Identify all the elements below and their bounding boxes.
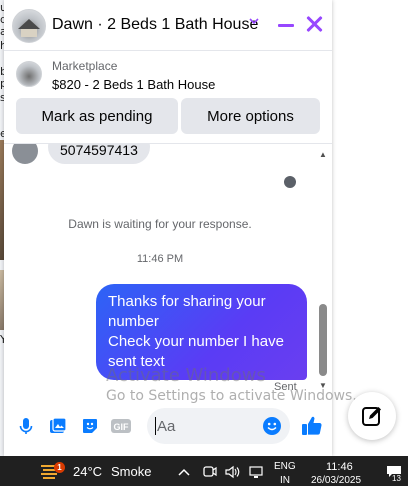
clock-time[interactable]: 11:46 xyxy=(326,461,353,473)
compose-icon xyxy=(361,405,383,427)
contact-avatar xyxy=(12,144,38,164)
language-indicator[interactable]: ENG xyxy=(274,461,296,472)
sent-message-line: Thanks for sharing your xyxy=(108,293,266,310)
activation-watermark-subtitle: Go to Settings to activate Windows. xyxy=(106,388,357,404)
new-message-button[interactable] xyxy=(348,392,396,440)
waiting-notice: Dawn is waiting for your response. xyxy=(68,217,252,231)
text-cursor xyxy=(155,417,156,435)
weather-temperature[interactable]: 24°C xyxy=(73,464,102,479)
house-wall xyxy=(21,29,37,37)
taskbar: 1 24°C Smoke ENG IN 11:46 26/03/2025 13 xyxy=(0,456,408,486)
mark-as-pending-button[interactable]: Mark as pending xyxy=(16,98,178,134)
notification-count: 13 xyxy=(392,474,401,483)
gif-icon[interactable]: GIF xyxy=(110,416,131,436)
contact-avatar[interactable] xyxy=(12,9,46,43)
sent-message-line: number xyxy=(108,313,159,330)
meet-now-icon[interactable] xyxy=(201,465,217,479)
minimize-icon[interactable] xyxy=(278,24,294,27)
sent-message-line: Check your number I have xyxy=(108,333,284,350)
received-message: 5074597413 xyxy=(48,144,150,164)
message-input-placeholder: Aa xyxy=(157,418,176,435)
chevron-down-icon[interactable] xyxy=(248,14,260,30)
chevron-up-icon[interactable] xyxy=(176,465,192,479)
gif-label: GIF xyxy=(114,422,130,432)
marketplace-panel: Marketplace $820 - 2 Beds 1 Bath House M… xyxy=(4,51,332,143)
message-composer: GIF Aa xyxy=(4,404,332,448)
speaker-icon[interactable] xyxy=(224,465,240,479)
weather-badge: 1 xyxy=(54,462,65,473)
microphone-icon[interactable] xyxy=(16,416,36,436)
network-icon[interactable] xyxy=(249,465,265,479)
activation-watermark-title: Activate Windows xyxy=(106,365,266,386)
thread-scrollbar[interactable]: ▲ ▼ xyxy=(318,150,328,394)
seen-avatar xyxy=(284,176,296,188)
like-icon[interactable] xyxy=(300,414,324,438)
weather-condition[interactable]: Smoke xyxy=(111,464,151,479)
marketplace-label: Marketplace xyxy=(52,59,118,73)
language-region: IN xyxy=(280,475,290,486)
scrollbar-thumb[interactable] xyxy=(319,304,327,376)
photo-icon[interactable] xyxy=(48,416,68,436)
house-roof xyxy=(18,19,40,29)
listing-title[interactable]: $820 - 2 Beds 1 Bath House xyxy=(52,77,215,92)
emoji-icon[interactable] xyxy=(263,417,281,435)
chat-header[interactable]: Dawn · 2 Beds 1 Bath House xyxy=(4,0,332,51)
message-thread[interactable]: 5074597413 Dawn is waiting for your resp… xyxy=(4,143,332,394)
chat-title[interactable]: Dawn · 2 Beds 1 Bath House xyxy=(52,16,258,34)
message-timestamp: 11:46 PM xyxy=(136,253,184,265)
listing-thumbnail[interactable] xyxy=(16,61,42,87)
close-icon[interactable] xyxy=(304,12,324,36)
scroll-up-arrow-icon[interactable]: ▲ xyxy=(318,150,328,159)
clock-date[interactable]: 26/03/2025 xyxy=(311,475,361,486)
sticker-icon[interactable] xyxy=(80,416,100,436)
more-options-button[interactable]: More options xyxy=(181,98,320,134)
message-input[interactable]: Aa xyxy=(147,408,290,444)
